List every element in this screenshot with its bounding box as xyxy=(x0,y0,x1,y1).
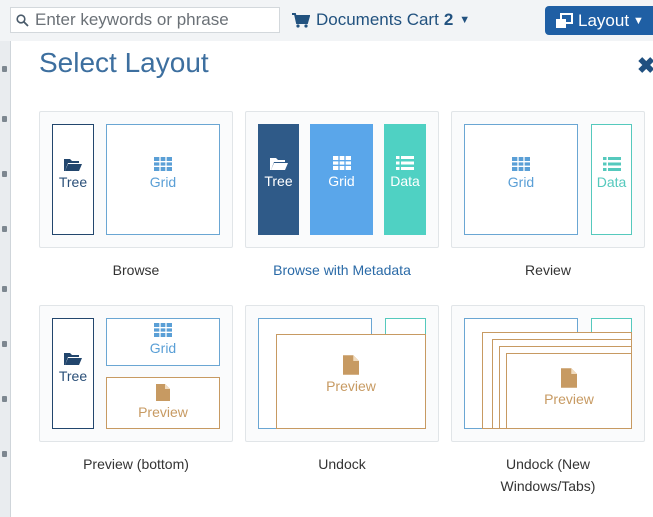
chevron-down-icon: ▼ xyxy=(459,14,471,26)
pane-label: Grid xyxy=(149,340,177,356)
layout-label[interactable]: Browse with Metadata xyxy=(245,259,439,281)
document-icon xyxy=(343,355,359,375)
layout-option-preview-bottom[interactable]: Tree Grid Preview xyxy=(39,305,233,442)
tree-pane: Tree xyxy=(258,124,299,235)
documents-cart-button[interactable]: Documents Cart 2 ▼ xyxy=(292,5,470,35)
search-box[interactable] xyxy=(10,7,280,33)
preview-pane: Preview xyxy=(106,377,220,429)
pane-label: Data xyxy=(390,173,420,189)
select-layout-dialog: Select Layout ✖ Tree Grid Tree Grid Data xyxy=(10,41,653,517)
pane-label: Tree xyxy=(264,173,293,189)
pane-label: Grid xyxy=(507,174,535,190)
layout-label[interactable]: Undock (New xyxy=(451,453,645,475)
dialog-title: Select Layout xyxy=(39,47,209,78)
grid-icon xyxy=(512,157,530,171)
folder-icon xyxy=(64,353,82,365)
pane-label: Data xyxy=(596,174,627,190)
pane-label: Preview xyxy=(544,391,594,407)
grid-pane: Grid xyxy=(106,124,220,235)
cart-label: Documents Cart xyxy=(316,10,439,29)
layout-label[interactable]: Review xyxy=(451,259,645,281)
layout-option-review[interactable]: Grid Data xyxy=(451,111,645,248)
layout-label[interactable]: Browse xyxy=(39,259,233,281)
pane-label: Grid xyxy=(328,173,355,189)
close-icon[interactable]: ✖ xyxy=(637,53,653,79)
search-input[interactable] xyxy=(35,10,275,30)
pane-label: Preview xyxy=(326,378,376,394)
layout-label-line2[interactable]: Windows/Tabs) xyxy=(451,475,645,497)
document-icon xyxy=(561,368,577,388)
list-icon xyxy=(602,157,621,171)
grid-icon xyxy=(154,323,172,337)
pane-label: Grid xyxy=(149,174,177,190)
grid-pane: Grid xyxy=(464,124,578,235)
data-pane: Data xyxy=(591,124,632,235)
cart-count: 2 xyxy=(443,10,454,29)
cart-icon xyxy=(292,12,310,28)
layout-button[interactable]: Layout ▼ xyxy=(545,6,653,35)
layout-button-label: Layout xyxy=(578,10,630,30)
top-bar: Documents Cart 2 ▼ Layout ▼ xyxy=(0,0,653,42)
tree-pane: Tree xyxy=(52,318,94,429)
layout-option-browse[interactable]: Tree Grid xyxy=(39,111,233,248)
folder-icon xyxy=(269,158,288,170)
pane-label: Tree xyxy=(58,174,88,190)
grid-icon xyxy=(154,157,172,171)
grid-pane: Grid xyxy=(310,124,373,235)
layout-label[interactable]: Preview (bottom) xyxy=(39,453,233,475)
grid-icon xyxy=(332,156,351,170)
folder-icon xyxy=(64,159,82,171)
list-icon xyxy=(396,156,414,170)
layout-option-undock[interactable]: Preview xyxy=(245,305,439,442)
grid-pane: Grid xyxy=(106,318,220,366)
preview-window: Preview xyxy=(506,353,632,429)
layout-option-undock-new-windows[interactable]: Preview xyxy=(451,305,645,442)
document-icon xyxy=(156,384,170,401)
layout-option-browse-with-metadata[interactable]: Tree Grid Data xyxy=(245,111,439,248)
search-icon xyxy=(16,13,29,27)
chevron-down-icon: ▼ xyxy=(633,14,644,27)
preview-window: Preview xyxy=(276,334,426,429)
layout-icon xyxy=(556,12,573,28)
data-pane: Data xyxy=(384,124,426,235)
tree-pane: Tree xyxy=(52,124,94,235)
pane-label: Preview xyxy=(138,404,188,420)
layout-label[interactable]: Undock xyxy=(245,453,439,475)
background-page-edge xyxy=(0,41,10,517)
pane-label: Tree xyxy=(58,368,88,384)
